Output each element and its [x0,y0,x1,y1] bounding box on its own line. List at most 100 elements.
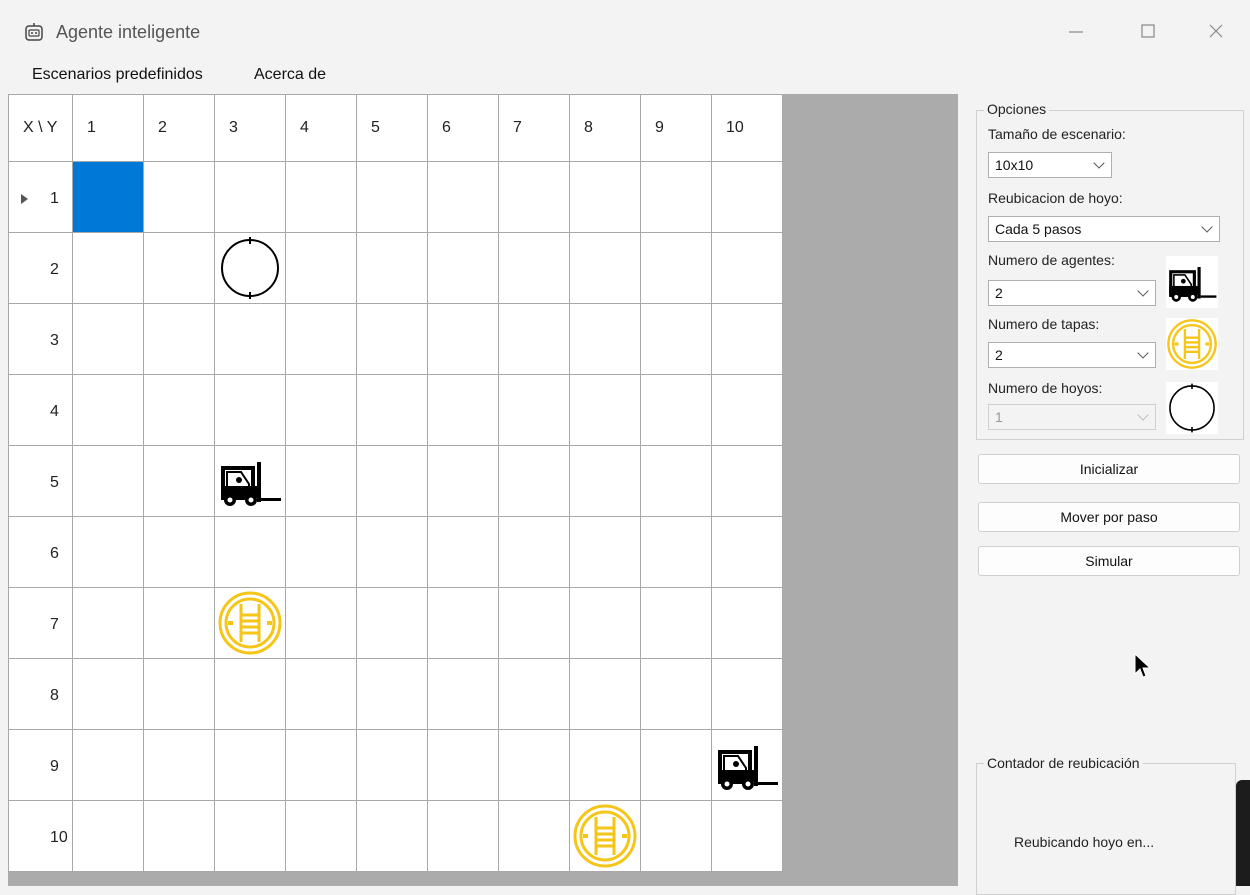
grid-cell[interactable] [285,587,357,659]
grid-cell[interactable] [214,800,286,872]
grid-cell[interactable] [711,445,783,517]
grid-cell[interactable] [711,232,783,304]
grid-cell[interactable] [640,232,712,304]
grid-cell[interactable] [214,232,286,304]
column-header-8[interactable]: 8 [569,94,641,162]
step-button[interactable]: Mover por paso [978,502,1240,532]
grid-cell[interactable] [711,161,783,233]
grid-cell[interactable] [143,445,215,517]
grid-cell[interactable] [143,303,215,375]
simulate-button[interactable]: Simular [978,546,1240,576]
init-button[interactable]: Inicializar [978,454,1240,484]
grid-cell[interactable] [356,374,428,446]
grid-cell[interactable] [498,303,570,375]
grid-cell[interactable] [356,161,428,233]
size-select[interactable]: 10x10 [988,152,1112,178]
grid-cell[interactable] [356,303,428,375]
row-header-10[interactable]: 10 [8,800,73,872]
grid-cell[interactable] [72,303,144,375]
covers-select[interactable]: 2 [988,342,1156,368]
grid-cell[interactable] [214,516,286,588]
grid-cell[interactable] [427,374,499,446]
grid-cell[interactable] [569,232,641,304]
grid-cell[interactable] [711,303,783,375]
grid-cell[interactable] [498,161,570,233]
grid-cell[interactable] [72,232,144,304]
grid-cell[interactable] [72,445,144,517]
grid-cell[interactable] [640,445,712,517]
column-header-7[interactable]: 7 [498,94,570,162]
grid-cell[interactable] [640,658,712,730]
row-header-2[interactable]: 2 [8,232,73,304]
grid-cell[interactable] [285,729,357,801]
grid-cell[interactable] [143,232,215,304]
grid-cell[interactable] [285,161,357,233]
grid-cell[interactable] [569,161,641,233]
grid-cell[interactable] [285,232,357,304]
column-header-5[interactable]: 5 [356,94,428,162]
column-header-6[interactable]: 6 [427,94,499,162]
column-header-4[interactable]: 4 [285,94,357,162]
grid-cell[interactable] [214,587,286,659]
grid-cell[interactable] [356,729,428,801]
grid-cell[interactable] [285,303,357,375]
grid-cell[interactable] [143,800,215,872]
grid-cell[interactable] [143,516,215,588]
grid-cell[interactable] [427,303,499,375]
grid-cell[interactable] [143,587,215,659]
grid-cell[interactable] [498,232,570,304]
agents-select[interactable]: 2 [988,280,1156,306]
grid-cell[interactable] [143,729,215,801]
column-header-10[interactable]: 10 [711,94,783,162]
grid-cell[interactable] [711,658,783,730]
minimize-button[interactable] [1056,18,1096,48]
grid-cell[interactable] [285,445,357,517]
grid-cell[interactable] [356,516,428,588]
column-header-2[interactable]: 2 [143,94,215,162]
grid-cell[interactable] [285,658,357,730]
grid-cell[interactable] [214,445,286,517]
grid-cell[interactable] [640,729,712,801]
grid-cell[interactable] [711,729,783,801]
grid-cell[interactable] [711,800,783,872]
grid-cell[interactable] [640,587,712,659]
row-header-8[interactable]: 8 [8,658,73,730]
grid-cell[interactable] [143,374,215,446]
grid-cell[interactable] [498,800,570,872]
grid-cell[interactable] [569,800,641,872]
grid-cell[interactable] [569,374,641,446]
row-header-7[interactable]: 7 [8,587,73,659]
grid-cell[interactable] [427,445,499,517]
grid-cell[interactable] [285,516,357,588]
menu-acerca-de[interactable]: Acerca de [254,66,326,84]
row-header-9[interactable]: 9 [8,729,73,801]
grid-cell[interactable] [569,729,641,801]
grid-cell[interactable] [285,374,357,446]
grid-cell[interactable] [427,587,499,659]
grid-cell[interactable] [569,516,641,588]
grid-cell[interactable] [498,445,570,517]
row-header-6[interactable]: 6 [8,516,73,588]
grid-cell[interactable] [72,729,144,801]
grid-cell[interactable] [427,161,499,233]
grid-cell[interactable] [569,587,641,659]
scenario-grid[interactable]: X \ Y 1 2 3 4 5 6 7 8 9 10 1 2 3 4 5 6 7 8 9 10 [8,94,783,872]
menu-escenarios[interactable]: Escenarios predefinidos [32,66,203,84]
column-header-1[interactable]: 1 [72,94,144,162]
grid-cell[interactable] [498,729,570,801]
grid-cell[interactable] [356,445,428,517]
relocation-select[interactable]: Cada 5 pasos [988,216,1220,242]
grid-cell[interactable] [640,374,712,446]
column-header-9[interactable]: 9 [640,94,712,162]
grid-cell[interactable] [214,303,286,375]
row-header-4[interactable]: 4 [8,374,73,446]
grid-cell[interactable] [214,374,286,446]
close-button[interactable] [1196,18,1236,48]
grid-cell[interactable] [143,161,215,233]
grid-cell[interactable] [143,658,215,730]
grid-cell[interactable] [214,161,286,233]
grid-cell[interactable] [427,658,499,730]
grid-cell[interactable] [214,729,286,801]
grid-cell[interactable] [569,303,641,375]
row-header-3[interactable]: 3 [8,303,73,375]
